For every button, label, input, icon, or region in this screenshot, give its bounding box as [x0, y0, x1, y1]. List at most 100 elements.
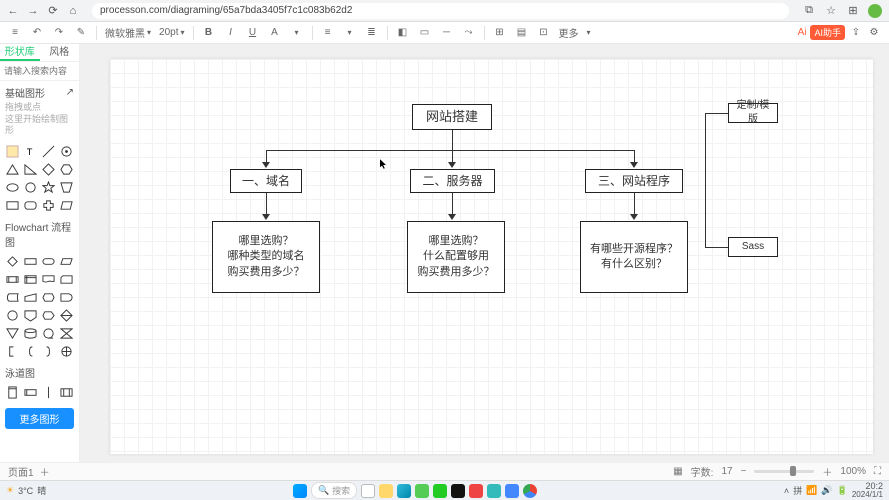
fc-merge[interactable] — [5, 326, 19, 340]
app-icon-red[interactable] — [469, 484, 483, 498]
weather-widget[interactable]: ☀ 3°C 晴 — [6, 484, 46, 497]
grid-toggle-icon[interactable]: ▦ — [673, 466, 682, 477]
system-tray[interactable]: ˄ 拼 📶 🔊 🔋 20:2 2024/1/1 — [784, 482, 883, 499]
chevron-down-icon[interactable]: ▾ — [587, 28, 591, 37]
tray-volume-icon[interactable]: 🔊 — [821, 485, 832, 496]
browser-url-input[interactable]: processon.com/diagraming/65a7bda3405f7c1… — [92, 3, 789, 19]
zoom-in-button[interactable]: ＋ — [822, 464, 832, 479]
connector-style-button[interactable]: ⤳ — [462, 26, 476, 40]
fill-color-button[interactable]: ◧ — [396, 26, 410, 40]
artboard[interactable]: 网站搭建 一、域名 二、服务器 三、网站程序 哪里选购？ 哪种类型的域名 购买费… — [110, 59, 873, 454]
app-icon-tiktok[interactable] — [451, 484, 465, 498]
profile-avatar[interactable] — [867, 3, 883, 19]
section-pool-header[interactable]: 泳道图 — [0, 361, 79, 382]
layer-button[interactable]: ▤ — [515, 26, 529, 40]
node-side-top[interactable]: 定制/模版 — [728, 103, 778, 123]
tray-chevron-icon[interactable]: ˄ — [784, 486, 789, 496]
page-tab[interactable]: 页面1 — [8, 464, 34, 479]
chrome-icon[interactable] — [523, 484, 537, 498]
underline-button[interactable]: U — [246, 26, 260, 40]
shape-line[interactable] — [42, 144, 56, 158]
section-basic-header[interactable]: 基础图形 ↗ — [0, 81, 79, 102]
shape-star[interactable] — [42, 180, 56, 194]
edge-icon[interactable] — [397, 484, 411, 498]
group-button[interactable]: ⊡ — [537, 26, 551, 40]
zoom-level[interactable]: 100% — [840, 466, 866, 477]
shape-right-triangle[interactable] — [23, 162, 37, 176]
ai-assistant-button[interactable]: AI助手 — [810, 25, 845, 40]
app-icon-teal[interactable] — [487, 484, 501, 498]
shape-trapezoid-down[interactable] — [60, 180, 74, 194]
explorer-icon[interactable] — [379, 484, 393, 498]
italic-button[interactable]: I — [224, 26, 238, 40]
app-icon-green[interactable] — [415, 484, 429, 498]
menu-icon[interactable]: ≡ — [8, 26, 22, 40]
fc-tape[interactable] — [42, 326, 56, 340]
fc-collate[interactable] — [60, 326, 74, 340]
shape-hexagon[interactable] — [60, 162, 74, 176]
install-app-icon[interactable]: ⧉ — [801, 3, 817, 19]
fullscreen-icon[interactable]: ⛶ — [874, 466, 881, 477]
shape-triangle[interactable] — [5, 162, 19, 176]
taskbar-search[interactable]: 🔍 搜索 — [311, 482, 357, 499]
undo-button[interactable]: ↶ — [30, 26, 44, 40]
fc-or[interactable] — [60, 344, 74, 358]
fc-manual-input[interactable] — [23, 290, 37, 304]
node-col2-title[interactable]: 二、服务器 — [410, 169, 495, 193]
align-button[interactable]: ≡ — [321, 26, 335, 40]
shape-rounded-rect[interactable] — [23, 198, 37, 212]
zoom-out-button[interactable]: − — [741, 466, 747, 477]
fc-display[interactable] — [42, 308, 56, 322]
tab-shapes[interactable]: 形状库 — [0, 44, 40, 61]
fc-annotation[interactable] — [5, 344, 19, 358]
fc-process[interactable] — [23, 254, 37, 268]
font-color-button[interactable]: A — [268, 26, 282, 40]
fc-offpage[interactable] — [23, 308, 37, 322]
settings-icon[interactable]: ⚙ — [867, 26, 881, 40]
node-side-bottom[interactable]: Sass — [728, 237, 778, 257]
line-style-button[interactable]: ─ — [440, 26, 454, 40]
chevron-down-icon[interactable]: ▾ — [180, 28, 184, 37]
chevron-down-icon[interactable]: ▾ — [147, 28, 151, 37]
node-root[interactable]: 网站搭建 — [412, 104, 492, 130]
bookmark-icon[interactable]: ☆ — [823, 3, 839, 19]
shape-parallelogram[interactable] — [60, 198, 74, 212]
line-spacing-button[interactable]: ≣ — [365, 26, 379, 40]
fc-predefined[interactable] — [5, 272, 19, 286]
fc-preparation[interactable] — [42, 290, 56, 304]
chevron-down-icon[interactable]: ▾ — [290, 26, 304, 40]
fc-sort[interactable] — [60, 308, 74, 322]
browser-forward-button[interactable]: → — [26, 4, 40, 18]
shape-text[interactable]: T — [23, 144, 37, 158]
task-view-icon[interactable] — [361, 484, 375, 498]
zoom-slider[interactable] — [754, 470, 814, 473]
bold-button[interactable]: B — [202, 26, 216, 40]
fc-delay[interactable] — [60, 290, 74, 304]
tab-style[interactable]: 风格 — [40, 44, 80, 61]
app-icon-blue[interactable] — [505, 484, 519, 498]
browser-reload-button[interactable]: ⟳ — [46, 4, 60, 18]
more-shapes-button[interactable]: 更多图形 — [5, 408, 74, 429]
canvas-area[interactable]: 网站搭建 一、域名 二、服务器 三、网站程序 哪里选购？ 哪种类型的域名 购买费… — [80, 44, 889, 462]
more-menu[interactable]: 更多 — [559, 25, 579, 40]
fc-stored-data[interactable] — [5, 290, 19, 304]
redo-button[interactable]: ↷ — [52, 26, 66, 40]
app-icon-wechat[interactable] — [433, 484, 447, 498]
fc-data[interactable] — [60, 254, 74, 268]
pool-lanes[interactable] — [60, 385, 74, 399]
start-button[interactable] — [293, 484, 307, 498]
search-input[interactable] — [4, 66, 75, 76]
fc-brace-right[interactable] — [42, 344, 56, 358]
node-col3-body[interactable]: 有哪些开源程序？ 有什么区别？ — [580, 221, 688, 293]
section-flowchart-header[interactable]: Flowchart 流程图 — [0, 215, 79, 251]
pool-horizontal[interactable] — [23, 385, 37, 399]
browser-back-button[interactable]: ← — [6, 4, 20, 18]
shape-plus[interactable] — [42, 198, 56, 212]
shape-circle-dot[interactable] — [60, 144, 74, 158]
fc-document[interactable] — [42, 272, 56, 286]
tray-wifi-icon[interactable]: 📶 — [806, 485, 817, 496]
font-size-select[interactable]: 20pt — [159, 27, 178, 38]
share-icon[interactable]: ⇪ — [849, 26, 863, 40]
node-col3-title[interactable]: 三、网站程序 — [585, 169, 683, 193]
browser-home-button[interactable]: ⌂ — [66, 4, 80, 18]
